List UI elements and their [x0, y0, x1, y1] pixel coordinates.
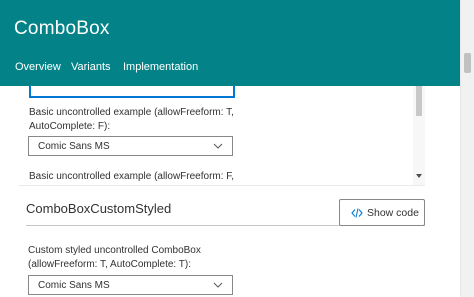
chevron-down-icon[interactable] — [212, 279, 224, 291]
chevron-down-icon[interactable] — [212, 140, 224, 152]
example-scrollbar[interactable] — [413, 86, 425, 185]
show-code-label: Show code — [367, 207, 419, 219]
page-scrollbar[interactable] — [460, 0, 474, 297]
scroll-down-arrow-icon[interactable] — [415, 172, 423, 180]
page-title: ComboBox — [14, 18, 110, 39]
tab-variants[interactable]: Variants — [71, 61, 111, 73]
code-icon — [351, 208, 363, 218]
combobox-font-1[interactable]: Comic Sans MS — [28, 136, 233, 156]
tab-implementation[interactable]: Implementation — [123, 61, 198, 73]
example-scrollbar-thumb[interactable] — [416, 86, 422, 116]
example-frame: Basic uncontrolled example (allowFreefor… — [19, 86, 425, 186]
section-title: ComboBoxCustomStyled — [26, 201, 172, 216]
show-code-button[interactable]: Show code — [339, 199, 425, 226]
example-label-2: Basic uncontrolled example (allowFreefor… — [29, 171, 235, 182]
custom-combobox-label: Custom styled uncontrolled ComboBox (all… — [28, 245, 201, 270]
combobox-partial[interactable] — [29, 86, 235, 98]
app-header: ComboBox Overview Variants Implementatio… — [0, 0, 460, 86]
combobox-custom-styled[interactable]: Comic Sans MS — [28, 275, 233, 295]
combobox-value: Comic Sans MS — [38, 280, 110, 291]
tab-overview[interactable]: Overview — [15, 61, 61, 73]
page-scrollbar-thumb[interactable] — [464, 53, 471, 73]
example-label-1: Basic uncontrolled example (allowFreefor… — [29, 107, 234, 132]
combobox-value: Comic Sans MS — [38, 141, 110, 152]
